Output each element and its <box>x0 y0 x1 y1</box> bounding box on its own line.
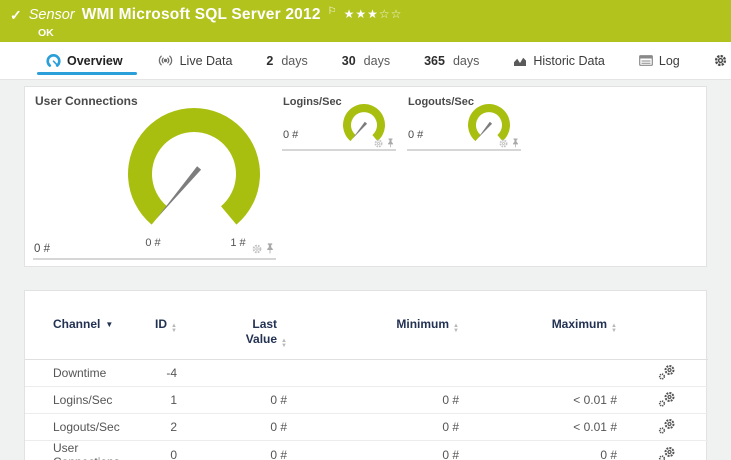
historic-data-icon <box>514 57 527 66</box>
user-connections-gauge <box>128 108 260 225</box>
tab-historic-data[interactable]: Historic Data <box>513 42 605 80</box>
col-header-label: Channel <box>53 317 101 331</box>
table-row-user-connections: User Connections 0 0 # 0 # 0 # <box>25 440 708 460</box>
channel-minimum: 0 # <box>295 386 467 414</box>
logins-gauge-title: Logins/Sec <box>283 96 342 108</box>
tab-overview[interactable]: Overview <box>37 42 137 80</box>
channel-last-value: 0 # <box>185 440 295 460</box>
sort-icon[interactable] <box>453 324 459 334</box>
gauge-needle <box>477 121 493 139</box>
object-kind-label: Sensor <box>28 7 75 23</box>
channel-id: 0 <box>140 440 185 460</box>
table-row-logins: Logins/Sec 1 0 # 0 # < 0.01 # <box>25 386 708 414</box>
sort-icon[interactable] <box>611 324 617 334</box>
primary-gauge-value: 0 # <box>34 243 50 255</box>
settings-icon <box>714 54 726 67</box>
channel-maximum: < 0.01 # <box>467 413 625 441</box>
col-header-minimum[interactable]: Minimum <box>295 303 467 360</box>
channel-name: User Connections <box>25 440 140 460</box>
channel-maximum <box>467 359 625 387</box>
col-header-channel[interactable]: Channel <box>25 303 140 360</box>
channel-last-value: 0 # <box>185 386 295 414</box>
priority-stars[interactable]: ★★★☆☆ <box>344 7 403 21</box>
tab-label: Overview <box>67 53 123 68</box>
tab-label: days <box>363 53 391 68</box>
sensor-title: WMI Microsoft SQL Server 2012 <box>81 6 321 23</box>
tab-number: 2 <box>266 53 274 68</box>
tab-label: days <box>452 53 480 68</box>
tab-log[interactable]: Log <box>638 42 680 80</box>
channel-id: 2 <box>140 413 185 441</box>
status-badge: OK <box>38 27 54 39</box>
col-header-settings <box>625 303 708 360</box>
tab-30-days[interactable]: 30 days <box>342 42 390 80</box>
tab-365-days[interactable]: 365 days <box>424 42 479 80</box>
tab-label: Historic Data <box>533 53 605 68</box>
tab-number: 365 <box>424 53 445 68</box>
channel-last-value: 0 # <box>185 413 295 441</box>
gauge-corner-actions <box>252 243 274 257</box>
channel-minimum: 0 # <box>295 413 467 441</box>
channel-id: 1 <box>140 386 185 414</box>
tab-label: Live Data <box>179 53 233 68</box>
sort-desc-icon[interactable] <box>105 320 113 329</box>
gauge-icon <box>46 53 61 67</box>
channel-maximum: < 0.01 # <box>467 386 625 414</box>
channel-name: Logouts/Sec <box>25 413 140 441</box>
channel-settings-gears-icon[interactable] <box>658 418 676 437</box>
table-row-downtime: Downtime -4 <box>25 359 708 387</box>
stars-filled[interactable]: ★★★ <box>344 7 379 21</box>
ok-check-icon: ✓ <box>10 7 22 23</box>
channel-minimum: 0 # <box>295 440 467 460</box>
channel-name: Logins/Sec <box>25 386 140 414</box>
channel-minimum <box>295 359 467 387</box>
channel-settings-gears-icon[interactable] <box>658 364 676 383</box>
gauge-needle <box>352 121 368 139</box>
tab-label: Log <box>658 53 680 68</box>
channels-panel: Channel ID Last Value Minimum Maximum Do… <box>24 290 708 460</box>
logins-gauge-baseline <box>282 149 396 151</box>
live-data-icon <box>158 55 172 66</box>
tab-2-days[interactable]: 2 days <box>266 42 307 80</box>
tab-live-data[interactable]: Live Data <box>157 42 233 80</box>
col-header-id[interactable]: ID <box>140 303 185 360</box>
sort-icon[interactable] <box>171 324 177 334</box>
col-header-label: Maximum <box>551 317 608 331</box>
col-header-maximum[interactable]: Maximum <box>467 303 625 360</box>
gauge-settings-gear-icon[interactable] <box>252 243 262 257</box>
col-header-label: Minimum <box>396 317 450 331</box>
tab-bar: Overview Live Data 2 days 30 days 365 days … <box>0 42 731 80</box>
logins-gauge-value: 0 # <box>283 129 299 141</box>
channels-table: Channel ID Last Value Minimum Maximum Do… <box>25 303 708 460</box>
gauge-pin-icon[interactable] <box>266 243 274 257</box>
gauges-panel: User Connections 0 # 1 # 0 # Logins/Sec … <box>24 86 707 267</box>
col-header-label: ID <box>155 317 168 331</box>
col-header-label: Last Value <box>245 317 278 346</box>
log-icon <box>638 55 653 66</box>
table-row-logouts: Logouts/Sec 2 0 # 0 # < 0.01 # <box>25 413 708 441</box>
stars-empty[interactable]: ☆☆ <box>379 7 403 21</box>
sort-icon[interactable] <box>281 339 287 349</box>
flag-icon[interactable]: ⚐ <box>328 6 337 17</box>
channel-maximum: 0 # <box>467 440 625 460</box>
gauge-scale-min: 0 # <box>145 237 161 249</box>
tab-settings[interactable]: Settings <box>714 42 731 80</box>
tab-number: 30 <box>341 53 356 68</box>
channel-settings-gears-icon[interactable] <box>658 446 676 460</box>
gauge-needle <box>156 166 202 219</box>
channel-id: -4 <box>140 359 185 387</box>
channel-name: Downtime <box>25 359 140 387</box>
primary-gauge-baseline <box>33 258 276 260</box>
logouts-gauge-value: 0 # <box>408 129 424 141</box>
logouts-gauge-baseline <box>407 149 521 151</box>
channel-last-value <box>185 359 295 387</box>
tab-label: days <box>281 53 308 68</box>
channel-settings-gears-icon[interactable] <box>658 391 676 410</box>
sensor-status-header: ✓ Sensor WMI Microsoft SQL Server 2012 ⚐… <box>0 0 731 42</box>
col-header-last-value[interactable]: Last Value <box>185 303 295 360</box>
